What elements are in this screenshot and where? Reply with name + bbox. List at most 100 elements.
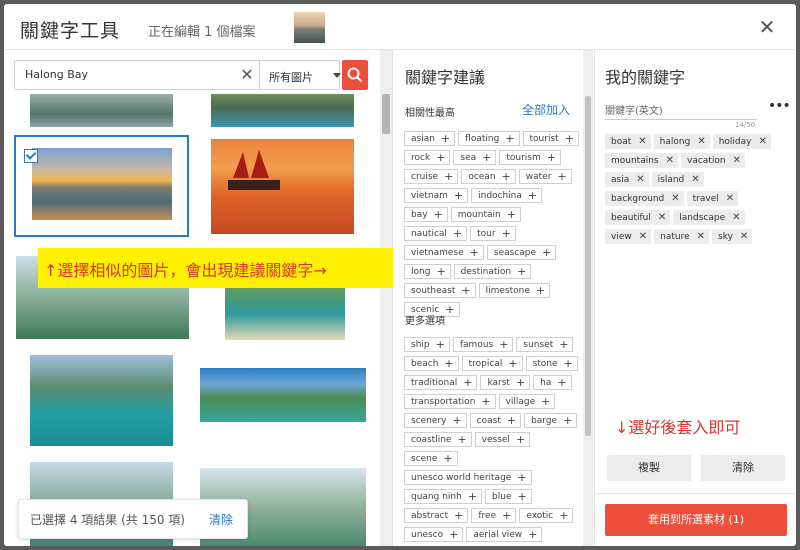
suggested-keyword-tag[interactable]: bay + xyxy=(404,207,448,222)
plus-icon[interactable]: + xyxy=(507,414,516,427)
suggested-keyword-tag[interactable]: quang ninh + xyxy=(404,489,483,504)
suggested-keyword-tag[interactable]: floating + xyxy=(458,131,520,146)
plus-icon[interactable]: + xyxy=(536,284,545,297)
plus-icon[interactable]: + xyxy=(528,189,537,202)
keyword-input-label[interactable]: 關鍵字(英文) xyxy=(605,102,663,117)
plus-icon[interactable]: + xyxy=(517,265,526,278)
result-image[interactable] xyxy=(30,94,173,127)
clear-selection-link[interactable]: 清除 xyxy=(209,511,233,528)
suggested-keyword-tag[interactable]: seascape + xyxy=(486,245,557,260)
suggested-keyword-tag[interactable]: vietnamese + xyxy=(404,245,484,260)
plus-icon[interactable]: + xyxy=(564,357,573,370)
suggested-keyword-tag[interactable]: destination + xyxy=(453,264,532,279)
plus-icon[interactable]: + xyxy=(454,509,463,522)
my-keyword-tag[interactable]: view ✕ xyxy=(605,229,652,244)
results-scrollbar[interactable] xyxy=(380,50,392,546)
scrollbar-thumb[interactable] xyxy=(382,94,390,134)
my-keyword-tag[interactable]: beautiful ✕ xyxy=(605,210,671,225)
suggested-keyword-tag[interactable]: barge + xyxy=(524,413,578,428)
plus-icon[interactable]: + xyxy=(457,433,466,446)
plus-icon[interactable]: + xyxy=(463,376,472,389)
copy-button[interactable]: 複製 xyxy=(607,455,691,481)
suggested-keyword-tag[interactable]: long + xyxy=(404,264,451,279)
plus-icon[interactable]: + xyxy=(434,208,443,221)
more-options-icon[interactable]: ••• xyxy=(768,98,791,114)
remove-icon[interactable]: ✕ xyxy=(733,155,741,166)
my-keyword-tag[interactable]: sky ✕ xyxy=(712,229,753,244)
suggested-keyword-tag[interactable]: scene + xyxy=(404,451,458,466)
search-button[interactable] xyxy=(342,60,368,90)
suggested-keyword-tag[interactable]: ship + xyxy=(404,337,450,352)
suggested-keyword-tag[interactable]: coast + xyxy=(469,413,522,428)
chevron-down-icon[interactable] xyxy=(333,73,341,78)
plus-icon[interactable]: + xyxy=(436,338,445,351)
plus-icon[interactable]: + xyxy=(542,246,551,259)
suggested-keyword-tag[interactable]: mountain + xyxy=(450,207,521,222)
my-keyword-tag[interactable]: island ✕ xyxy=(651,172,704,187)
suggested-keyword-tag[interactable]: free + xyxy=(471,508,517,523)
add-all-link[interactable]: 全部加入 xyxy=(522,101,570,118)
plus-icon[interactable]: + xyxy=(517,471,526,484)
plus-icon[interactable]: + xyxy=(452,414,461,427)
plus-icon[interactable]: + xyxy=(444,170,453,183)
suggested-keyword-tag[interactable]: tourism + xyxy=(499,150,561,165)
suggested-keyword-tag[interactable]: limestone + xyxy=(478,283,551,298)
remove-icon[interactable]: ✕ xyxy=(691,174,699,185)
remove-icon[interactable]: ✕ xyxy=(638,136,646,147)
remove-icon[interactable]: ✕ xyxy=(639,231,647,242)
close-icon[interactable]: ✕ xyxy=(756,16,778,38)
plus-icon[interactable]: + xyxy=(528,528,537,541)
plus-icon[interactable]: + xyxy=(443,452,452,465)
my-keyword-tag[interactable]: asia ✕ xyxy=(605,172,649,187)
plus-icon[interactable]: + xyxy=(449,528,458,541)
remove-icon[interactable]: ✕ xyxy=(740,231,748,242)
plus-icon[interactable]: + xyxy=(436,265,445,278)
plus-icon[interactable]: + xyxy=(453,227,462,240)
plus-icon[interactable]: + xyxy=(507,208,516,221)
scrollbar-thumb[interactable] xyxy=(585,96,591,436)
plus-icon[interactable]: + xyxy=(563,414,572,427)
suggested-keyword-tag[interactable]: scenery + xyxy=(404,413,467,428)
plus-icon[interactable]: + xyxy=(461,284,470,297)
plus-icon[interactable]: + xyxy=(445,303,454,316)
result-image[interactable] xyxy=(211,94,354,127)
suggested-keyword-tag[interactable]: ocean + xyxy=(461,169,516,184)
remove-icon[interactable]: ✕ xyxy=(658,212,666,223)
result-image[interactable] xyxy=(225,282,345,340)
plus-icon[interactable]: + xyxy=(502,170,511,183)
result-image[interactable] xyxy=(200,368,366,422)
result-image[interactable] xyxy=(30,355,173,446)
suggested-keyword-tag[interactable]: blue + xyxy=(485,489,532,504)
plus-icon[interactable]: + xyxy=(454,189,463,202)
apply-button[interactable]: 套用到所選素材 (1) xyxy=(605,504,787,536)
remove-icon[interactable]: ✕ xyxy=(732,212,740,223)
plus-icon[interactable]: + xyxy=(441,132,450,145)
suggested-keyword-tag[interactable]: abstract + xyxy=(404,508,469,523)
plus-icon[interactable]: + xyxy=(559,509,568,522)
plus-icon[interactable]: + xyxy=(502,227,511,240)
plus-icon[interactable]: + xyxy=(541,395,550,408)
remove-icon[interactable]: ✕ xyxy=(726,193,734,204)
plus-icon[interactable]: + xyxy=(557,170,566,183)
suggested-keyword-tag[interactable]: vessel + xyxy=(474,432,531,447)
suggested-keyword-tag[interactable]: indochina + xyxy=(471,188,543,203)
suggested-keyword-tag[interactable]: tropical + xyxy=(461,356,523,371)
suggested-keyword-tag[interactable]: ha + xyxy=(533,375,572,390)
my-keyword-tag[interactable]: boat ✕ xyxy=(605,134,651,149)
remove-icon[interactable]: ✕ xyxy=(697,231,705,242)
suggestions-scrollbar[interactable] xyxy=(583,50,593,546)
my-keyword-tag[interactable]: vacation ✕ xyxy=(681,153,745,168)
plus-icon[interactable]: + xyxy=(444,357,453,370)
suggested-keyword-tag[interactable]: stone + xyxy=(525,356,578,371)
remove-icon[interactable]: ✕ xyxy=(758,136,766,147)
plus-icon[interactable]: + xyxy=(559,338,568,351)
suggested-keyword-tag[interactable]: water + xyxy=(518,169,572,184)
suggested-keyword-tag[interactable]: nautical + xyxy=(404,226,468,241)
suggested-keyword-tag[interactable]: exotic + xyxy=(519,508,574,523)
my-keyword-tag[interactable]: holiday ✕ xyxy=(712,134,771,149)
suggested-keyword-tag[interactable]: aerial view + xyxy=(466,527,543,542)
suggested-keyword-tag[interactable]: village + xyxy=(498,394,556,409)
plus-icon[interactable]: + xyxy=(481,395,490,408)
selected-checkbox[interactable] xyxy=(24,149,38,163)
plus-icon[interactable]: + xyxy=(557,376,566,389)
